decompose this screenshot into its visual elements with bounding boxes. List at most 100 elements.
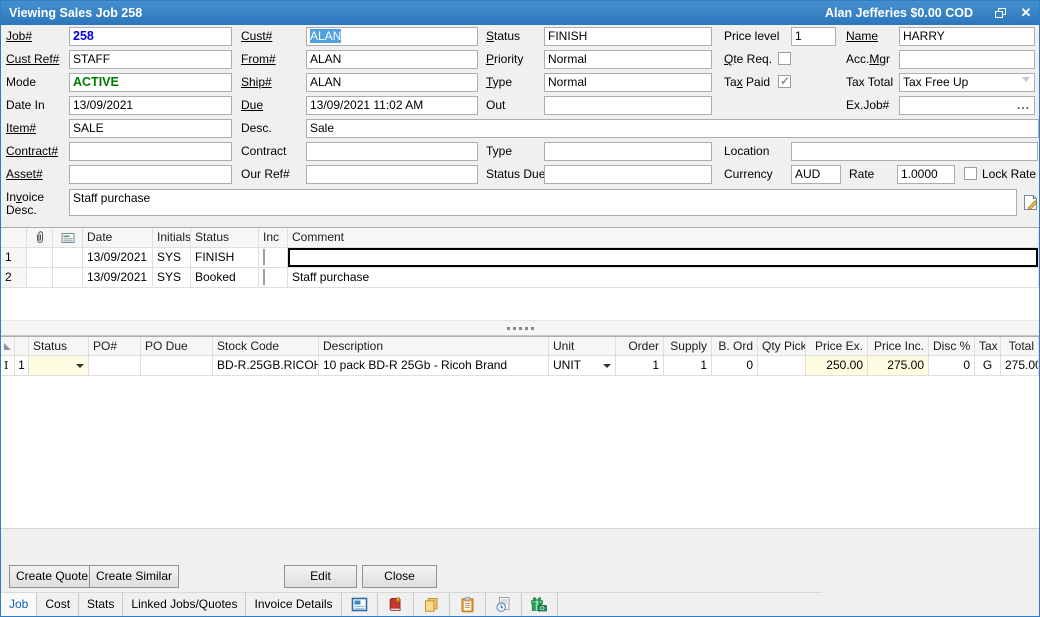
gift-money-icon[interactable] [522,593,558,616]
item-unit-cell[interactable]: UNIT [549,356,616,375]
item-price-ex-cell[interactable]: 250.00 [806,356,868,375]
ship-label[interactable]: Ship# [241,76,272,89]
history-icon[interactable] [486,593,522,616]
create-similar-button[interactable]: Create Similar [89,565,179,588]
create-quote-button[interactable]: Create Quote [9,565,95,588]
inc-cell[interactable] [259,268,288,287]
rate-field[interactable]: 1.0000 [897,165,955,184]
splitter-handle[interactable] [1,320,1039,336]
cust-field[interactable]: ALAN [306,27,478,46]
row-number[interactable]: 1 [15,356,29,375]
close-button[interactable]: Close [362,565,437,588]
status-due-field[interactable] [544,165,712,184]
due-field[interactable]: 13/09/2021 11:02 AM [306,96,478,115]
location-field[interactable] [791,142,1038,161]
date-cell[interactable]: 13/09/2021 [83,268,153,287]
items-header-tax[interactable]: Tax [975,337,1001,355]
initials-cell[interactable]: SYS [153,248,191,267]
dropdown-icon[interactable] [603,364,611,368]
tab-stats[interactable]: Stats [79,593,123,616]
acc-mgr-field[interactable] [899,50,1035,69]
email-icon[interactable] [53,228,83,247]
inc-checkbox[interactable] [263,269,265,285]
desc-field[interactable]: Sale [306,119,1039,138]
items-header-b-ord[interactable]: B. Ord [712,337,758,355]
name-field[interactable]: HARRY [899,27,1035,46]
contract-field[interactable] [306,142,478,161]
items-header-unit[interactable]: Unit [549,337,616,355]
item-field[interactable]: SALE [69,119,232,138]
items-header-qty-pick[interactable]: Qty Pick [758,337,806,355]
comments-header-date[interactable]: Date [83,228,153,247]
from-field[interactable]: ALAN [306,50,478,69]
mode-field[interactable]: ACTIVE [69,73,232,92]
status-field[interactable]: FINISH [544,27,712,46]
items-header-stock-code[interactable]: Stock Code [213,337,319,355]
item-label[interactable]: Item# [6,122,36,135]
edit-button[interactable]: Edit [284,565,357,588]
email-cell[interactable] [53,248,83,267]
items-header-disc[interactable]: Disc % [929,337,975,355]
tax-total-combo[interactable]: Tax Free Up [899,73,1035,92]
attachment-icon[interactable] [27,228,53,247]
job-form-icon[interactable] [342,593,378,616]
status-cell[interactable]: Booked [191,268,259,287]
from-label[interactable]: From# [241,53,276,66]
item-price-inc-cell[interactable]: 275.00 [868,356,929,375]
browse-ellipsis-icon[interactable]: ... [305,356,315,375]
items-header-order[interactable]: Order [616,337,664,355]
comment-cell[interactable]: Staff purchase [288,268,1039,287]
attachment-cell[interactable] [27,248,53,267]
item-disc-cell[interactable]: 0 [929,356,975,375]
cust-ref-label[interactable]: Cust Ref# [6,53,59,66]
tab-job[interactable]: Job [1,593,37,616]
type-field[interactable]: Normal [544,73,712,92]
name-label[interactable]: Name [846,30,878,43]
copy-icon[interactable] [414,593,450,616]
comments-header-initials[interactable]: Initials [153,228,191,247]
asset-field[interactable] [69,165,232,184]
items-header-price-ex[interactable]: Price Ex. [806,337,868,355]
comment-cell-focused[interactable] [288,248,1039,267]
job-number-field[interactable]: 258 [69,27,232,46]
item-b-ord-cell[interactable]: 0 [712,356,758,375]
item-status-cell[interactable] [29,356,89,375]
item-stock-code-cell[interactable]: BD-R.25GB.RICOH... [213,356,319,375]
title-bar[interactable]: Viewing Sales Job 258 Alan Jefferies $0.… [1,1,1039,25]
items-header-po[interactable]: PO# [89,337,141,355]
invoice-desc-field[interactable]: Staff purchase [69,189,1017,216]
items-header-po-due[interactable]: PO Due [141,337,213,355]
initials-cell[interactable]: SYS [153,268,191,287]
item-tax-cell[interactable]: G [975,356,1001,375]
cust-label[interactable]: Cust# [241,30,272,43]
contract-no-label[interactable]: Contract# [6,145,58,158]
priority-field[interactable]: Normal [544,50,712,69]
items-header-description[interactable]: Description [319,337,549,355]
item-order-cell[interactable]: 1 [616,356,664,375]
cust-ref-field[interactable]: STAFF [69,50,232,69]
comments-header-inc[interactable]: Inc [259,228,288,247]
items-header-total[interactable]: Total [1001,337,1039,355]
item-total-cell[interactable]: 275.00 [1001,356,1039,375]
asset-label[interactable]: Asset# [6,168,43,181]
status-cell[interactable]: FINISH [191,248,259,267]
tax-paid-checkbox[interactable] [778,75,791,88]
inc-checkbox[interactable] [263,249,265,265]
inc-cell[interactable] [259,248,288,267]
ex-job-field[interactable]: ... [899,96,1035,115]
items-header-price-inc[interactable]: Price Inc. [868,337,929,355]
edit-notes-icon[interactable] [1022,194,1039,211]
book-icon[interactable] [378,593,414,616]
row-number[interactable]: 1 [1,248,27,267]
contract-no-field[interactable] [69,142,232,161]
item-po-cell[interactable] [89,356,141,375]
items-header-supply[interactable]: Supply [664,337,712,355]
qte-req-checkbox[interactable] [778,52,791,65]
item-po-due-cell[interactable] [141,356,213,375]
job-number-label[interactable]: Job# [6,30,32,43]
date-cell[interactable]: 13/09/2021 [83,248,153,267]
date-in-field[interactable]: 13/09/2021 [69,96,232,115]
restore-icon[interactable] [987,1,1013,25]
dropdown-icon[interactable] [76,364,84,368]
item-qty-pick-cell[interactable] [758,356,806,375]
